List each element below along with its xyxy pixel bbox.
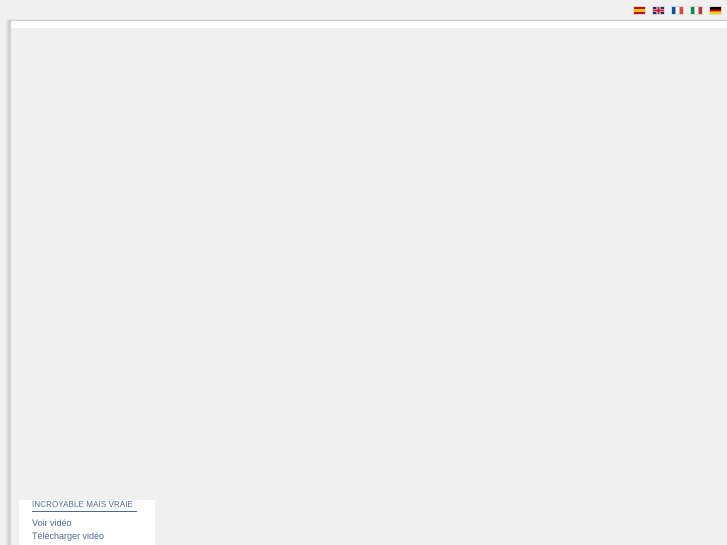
language-selector [634, 7, 721, 14]
italy-flag-icon[interactable] [691, 7, 702, 14]
download-video-link[interactable]: Télécharger vidéo [32, 531, 104, 541]
content-area [8, 20, 727, 545]
video-panel: INCROYABLE MAIS VRAIE Voir vidéo Télécha… [19, 500, 155, 545]
france-flag-icon[interactable] [672, 7, 683, 14]
uk-flag-icon[interactable] [653, 7, 664, 14]
content-top-strip [11, 20, 727, 28]
watch-video-link[interactable]: Voir vidéo [32, 518, 72, 528]
video-title: INCROYABLE MAIS VRAIE [32, 500, 138, 512]
germany-flag-icon[interactable] [710, 7, 721, 14]
spain-flag-icon[interactable] [634, 7, 645, 14]
page: INCROYABLE MAIS VRAIE Voir vidéo Télécha… [0, 0, 727, 545]
